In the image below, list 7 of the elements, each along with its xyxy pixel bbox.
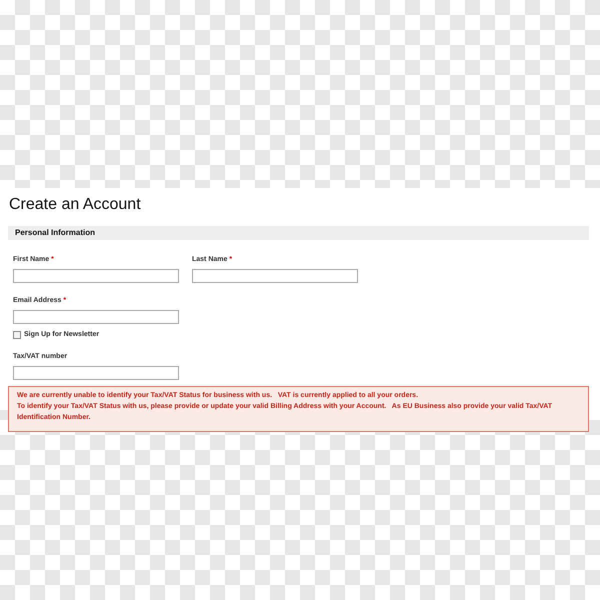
page-title: Create an Account [9,196,142,214]
input-field[interactable] [13,366,179,380]
checkbox[interactable] [13,330,21,338]
input-field[interactable] [192,269,358,283]
input-field[interactable] [13,269,179,283]
section-header: Personal Information [8,226,589,240]
input-field[interactable] [13,310,179,324]
